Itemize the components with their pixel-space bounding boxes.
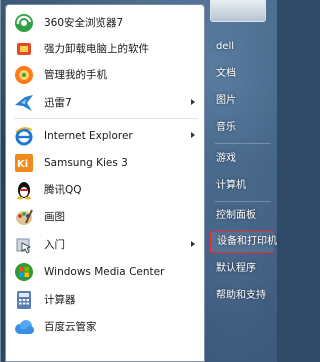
separator (14, 118, 198, 119)
separator (215, 201, 271, 202)
program-label: 画图 (44, 211, 65, 223)
program-internet-explorer[interactable]: Internet Explorer (6, 123, 204, 148)
submenu-arrow-icon (191, 99, 195, 105)
program-label: 入门 (44, 239, 65, 251)
program-phone-manager[interactable]: 管理我的手机 (6, 62, 204, 87)
submenu-arrow-icon (191, 241, 195, 247)
program-thunder[interactable]: 迅雷7 (6, 90, 204, 115)
place-documents[interactable]: 文档 (210, 63, 274, 85)
svg-text:Ki: Ki (17, 159, 28, 170)
program-uninstaller[interactable]: 强力卸载电脑上的软件 (6, 36, 204, 61)
place-default-programs[interactable]: 默认程序 (210, 258, 274, 280)
place-music[interactable]: 音乐 (210, 117, 274, 139)
program-label: 计算器 (44, 294, 76, 306)
program-baidu-cloud[interactable]: 百度云管家 (6, 314, 204, 339)
program-label: 百度云管家 (44, 321, 97, 333)
kies-icon: Ki (13, 152, 35, 174)
qq-penguin-icon (13, 179, 35, 201)
program-label: 强力卸载电脑上的软件 (44, 43, 149, 55)
place-control-panel[interactable]: 控制面板 (210, 205, 274, 227)
place-user-folder[interactable]: dell (210, 36, 274, 58)
start-menu: 360安全浏览器7 强力卸载电脑上的软件 管理我的手机 迅雷7 Internet… (0, 0, 277, 362)
program-calculator[interactable]: 计算器 (6, 287, 204, 312)
program-label: 腾讯QQ (44, 184, 82, 196)
submenu-arrow-icon (191, 132, 195, 138)
media-center-icon (13, 261, 35, 283)
program-360-browser[interactable]: 360安全浏览器7 (6, 10, 204, 35)
program-label: 管理我的手机 (44, 69, 107, 81)
getting-started-icon (13, 234, 35, 256)
program-label: Windows Media Center (44, 265, 165, 278)
program-label: 迅雷7 (44, 97, 72, 109)
program-label: 360安全浏览器7 (44, 17, 124, 29)
place-devices-and-printers[interactable]: 设备和打印机 (210, 231, 277, 253)
place-help-and-support[interactable]: 帮助和支持 (210, 285, 274, 307)
program-label: Samsung Kies 3 (44, 156, 128, 169)
uninstall-icon (13, 38, 35, 60)
place-pictures[interactable]: 图片 (210, 90, 274, 112)
places-pane: dell 文档 图片 音乐 游戏 计算机 控制面板 设备和打印机 默认程序 帮助… (207, 0, 278, 362)
phone-manager-icon (13, 64, 35, 86)
paint-icon (13, 206, 35, 228)
browser-360-icon (13, 12, 35, 34)
program-samsung-kies[interactable]: Ki Samsung Kies 3 (6, 150, 204, 175)
internet-explorer-icon (13, 125, 35, 147)
program-getting-started[interactable]: 入门 (6, 232, 204, 257)
program-media-center[interactable]: Windows Media Center (6, 259, 204, 284)
program-paint[interactable]: 画图 (6, 204, 204, 229)
baidu-cloud-icon (13, 316, 35, 338)
programs-pane: 360安全浏览器7 强力卸载电脑上的软件 管理我的手机 迅雷7 Internet… (5, 4, 205, 362)
calculator-icon (13, 289, 35, 311)
place-games[interactable]: 游戏 (210, 148, 274, 170)
thunder-bird-icon (13, 92, 35, 114)
separator (215, 143, 271, 144)
program-label: Internet Explorer (44, 129, 133, 142)
program-tencent-qq[interactable]: 腾讯QQ (6, 177, 204, 202)
place-computer[interactable]: 计算机 (210, 175, 274, 197)
